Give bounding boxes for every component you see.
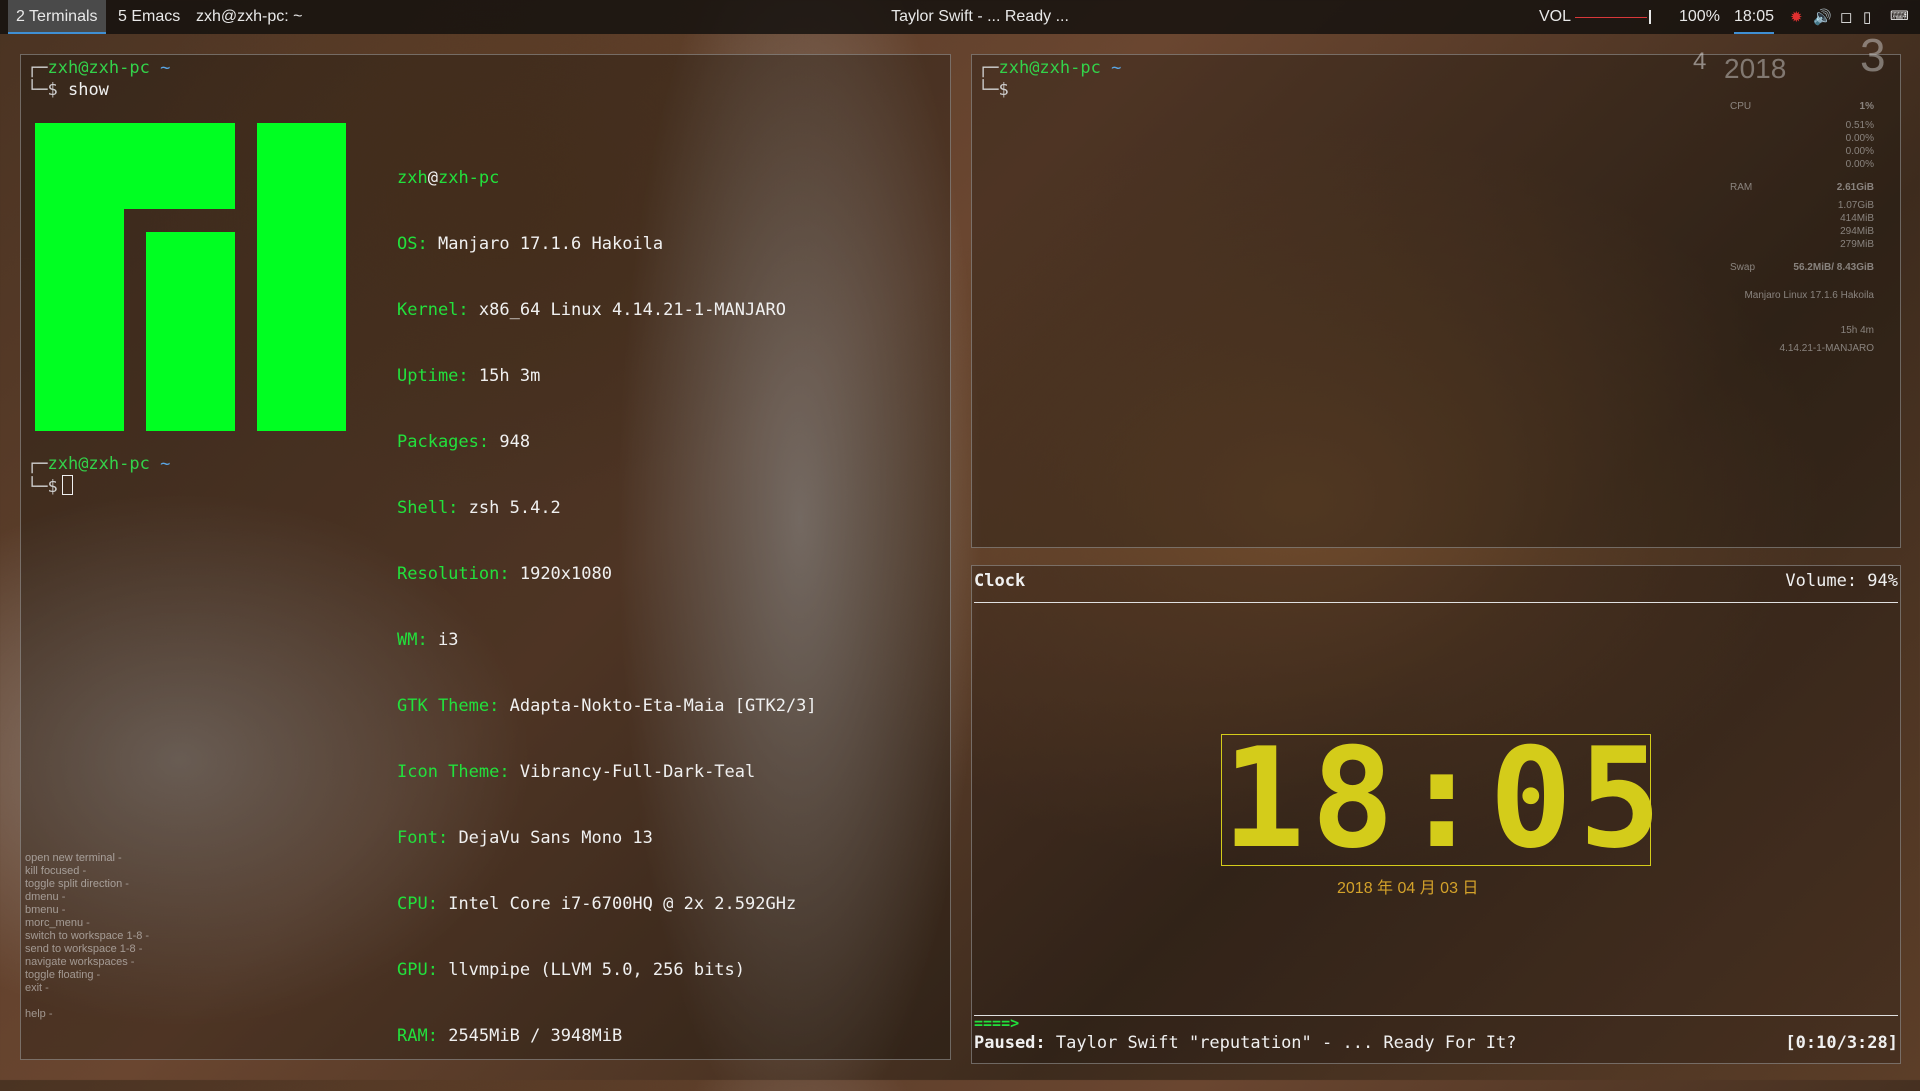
terminal-top-right[interactable]: ┌─zxh@zxh-pc ~ └─$ (971, 54, 1901, 548)
info-uptime: Uptime: 15h 3m (397, 366, 541, 386)
conky-ram-proc: 294MiB (1840, 226, 1874, 237)
volume-slider-knob[interactable] (1649, 10, 1651, 24)
info-resolution: Resolution: 1920x1080 (397, 564, 612, 584)
divider (974, 602, 1898, 603)
conky-year: 2018 (1724, 53, 1787, 84)
divider (974, 1015, 1898, 1016)
command-line-2[interactable]: └─$ (27, 475, 73, 498)
hint-item: help - (25, 1008, 53, 1020)
volume-slider-track[interactable] (1575, 17, 1647, 18)
info-packages: Packages: 948 (397, 432, 531, 452)
hint-item: bmenu - (25, 904, 66, 916)
conky-cpu-label: CPU (1730, 101, 1752, 112)
info-kernel: Kernel: x86_64 Linux 4.14.21-1-MANJARO (397, 300, 786, 320)
speaker-icon[interactable]: 🔊 (1813, 8, 1832, 26)
info-gpu: GPU: llvmpipe (LLVM 5.0, 256 bits) (397, 960, 746, 980)
conky-cpu-value: 1% (1859, 101, 1874, 112)
clock-date: 2018 年 04 月 03 日 (1337, 880, 1479, 897)
hint-item: toggle floating - (25, 969, 101, 981)
text-cursor (61, 475, 73, 495)
prompt-line-2: ┌─zxh@zxh-pc ~ (27, 454, 171, 474)
big-clock-digits: 18:05 (1222, 718, 1668, 879)
player-status: Paused: Taylor Swift "reputation" - ... … (974, 1032, 1516, 1054)
conky-swap-label: Swap (1730, 262, 1756, 273)
system-info: zxh@zxh-pc OS: Manjaro 17.1.6 Hakoila Ke… (397, 123, 817, 1091)
status-label: Paused: (974, 1033, 1046, 1053)
info-shell: Shell: zsh 5.4.2 (397, 498, 561, 518)
conky-ram-proc: 279MiB (1840, 239, 1874, 250)
info-cpu: CPU: Intel Core i7-6700HQ @ 2x 2.592GHz (397, 894, 797, 914)
prompt-line: ┌─zxh@zxh-pc ~ (978, 58, 1122, 78)
conky-cpu-core: 0.00% (1845, 146, 1874, 157)
hint-item: toggle split direction - (25, 878, 129, 890)
info-os: OS: Manjaro 17.1.6 Hakoila (397, 234, 664, 254)
conky-ram-value: 2.61GiB (1836, 182, 1874, 193)
clock-pane-volume: Volume: 94% (1785, 571, 1898, 591)
hint-item: open new terminal - (25, 852, 122, 864)
keybinding-hints: open new terminal - kill focused - toggl… (25, 852, 149, 1021)
conky-day: 3 (1860, 29, 1886, 81)
hint-item (25, 995, 149, 1008)
hint-item: morc_menu - (25, 917, 90, 929)
brightness-value: 100% (1679, 8, 1720, 25)
info-ram: RAM: 2545MiB / 3948MiB (397, 1026, 623, 1046)
command-line-1: └─$ show (27, 80, 109, 100)
user-host: zxh@zxh-pc (397, 168, 500, 188)
info-font: Font: DejaVu Sans Mono 13 (397, 828, 653, 848)
volume-label: VOL (1539, 8, 1572, 25)
conky-cpu-core: 0.51% (1845, 120, 1874, 131)
top-bar: 2 Terminals 5 Emacs zxh@zxh-pc: ~ Taylor… (0, 0, 1920, 34)
info-icon-theme: Icon Theme: Vibrancy-Full-Dark-Teal (397, 762, 756, 782)
conky-ram-label: RAM (1730, 182, 1753, 193)
conky-cpu-core: 0.00% (1845, 133, 1874, 144)
red-indicator-icon[interactable]: ✹ (1790, 8, 1803, 26)
conky-month: 4 (1693, 48, 1707, 75)
big-clock: 18:05 (1221, 729, 1661, 869)
conky-swap-value: 56.2MiB/ 8.43GiB (1793, 262, 1874, 273)
hint-item: kill focused - (25, 865, 87, 877)
conky-ram-proc: 414MiB (1840, 213, 1874, 224)
keyboard-icon[interactable]: ⌨ (1890, 8, 1909, 24)
conky-ram-proc: 1.07GiB (1837, 200, 1874, 211)
hint-item: send to workspace 1-8 - (25, 943, 143, 955)
terminal-clock-pane[interactable]: Clock Volume: 94% 18:05 2018 年 04 月 03 日… (971, 565, 1901, 1064)
conky-os: Manjaro Linux 17.1.6 Hakoila (1744, 290, 1874, 301)
command-line[interactable]: └─$ (978, 79, 1009, 101)
conky-cpu-core: 0.00% (1845, 159, 1874, 170)
song-progress: [0:10/3:28] (1785, 1033, 1898, 1053)
hint-item: navigate workspaces - (25, 956, 135, 968)
clipboard-icon[interactable]: ▯ (1863, 8, 1871, 26)
hint-item: exit - (25, 982, 49, 994)
info-wm: WM: i3 (397, 630, 459, 650)
conky-uptime: 15h 4m (1840, 325, 1874, 336)
prompt-line-1: ┌─zxh@zxh-pc ~ (27, 58, 171, 78)
conky-kernel: 4.14.21-1-MANJARO (1779, 343, 1874, 354)
clock-time[interactable]: 18:05 (1734, 0, 1775, 34)
clock-pane-title: Clock (974, 571, 1026, 591)
info-gtk-theme: GTK Theme: Adapta-Nokto-Eta-Maia [GTK2/3… (397, 696, 817, 716)
square-icon[interactable]: ◻ (1840, 8, 1852, 26)
song-title: Taylor Swift "reputation" - ... Ready Fo… (1055, 1033, 1517, 1053)
hint-item: switch to workspace 1-8 - (25, 930, 150, 942)
terminal-left[interactable]: ┌─zxh@zxh-pc ~ └─$ show zxh@zxh-pc OS: M… (20, 54, 951, 1060)
command-text: show (67, 80, 109, 100)
hint-item: dmenu - (25, 891, 66, 903)
